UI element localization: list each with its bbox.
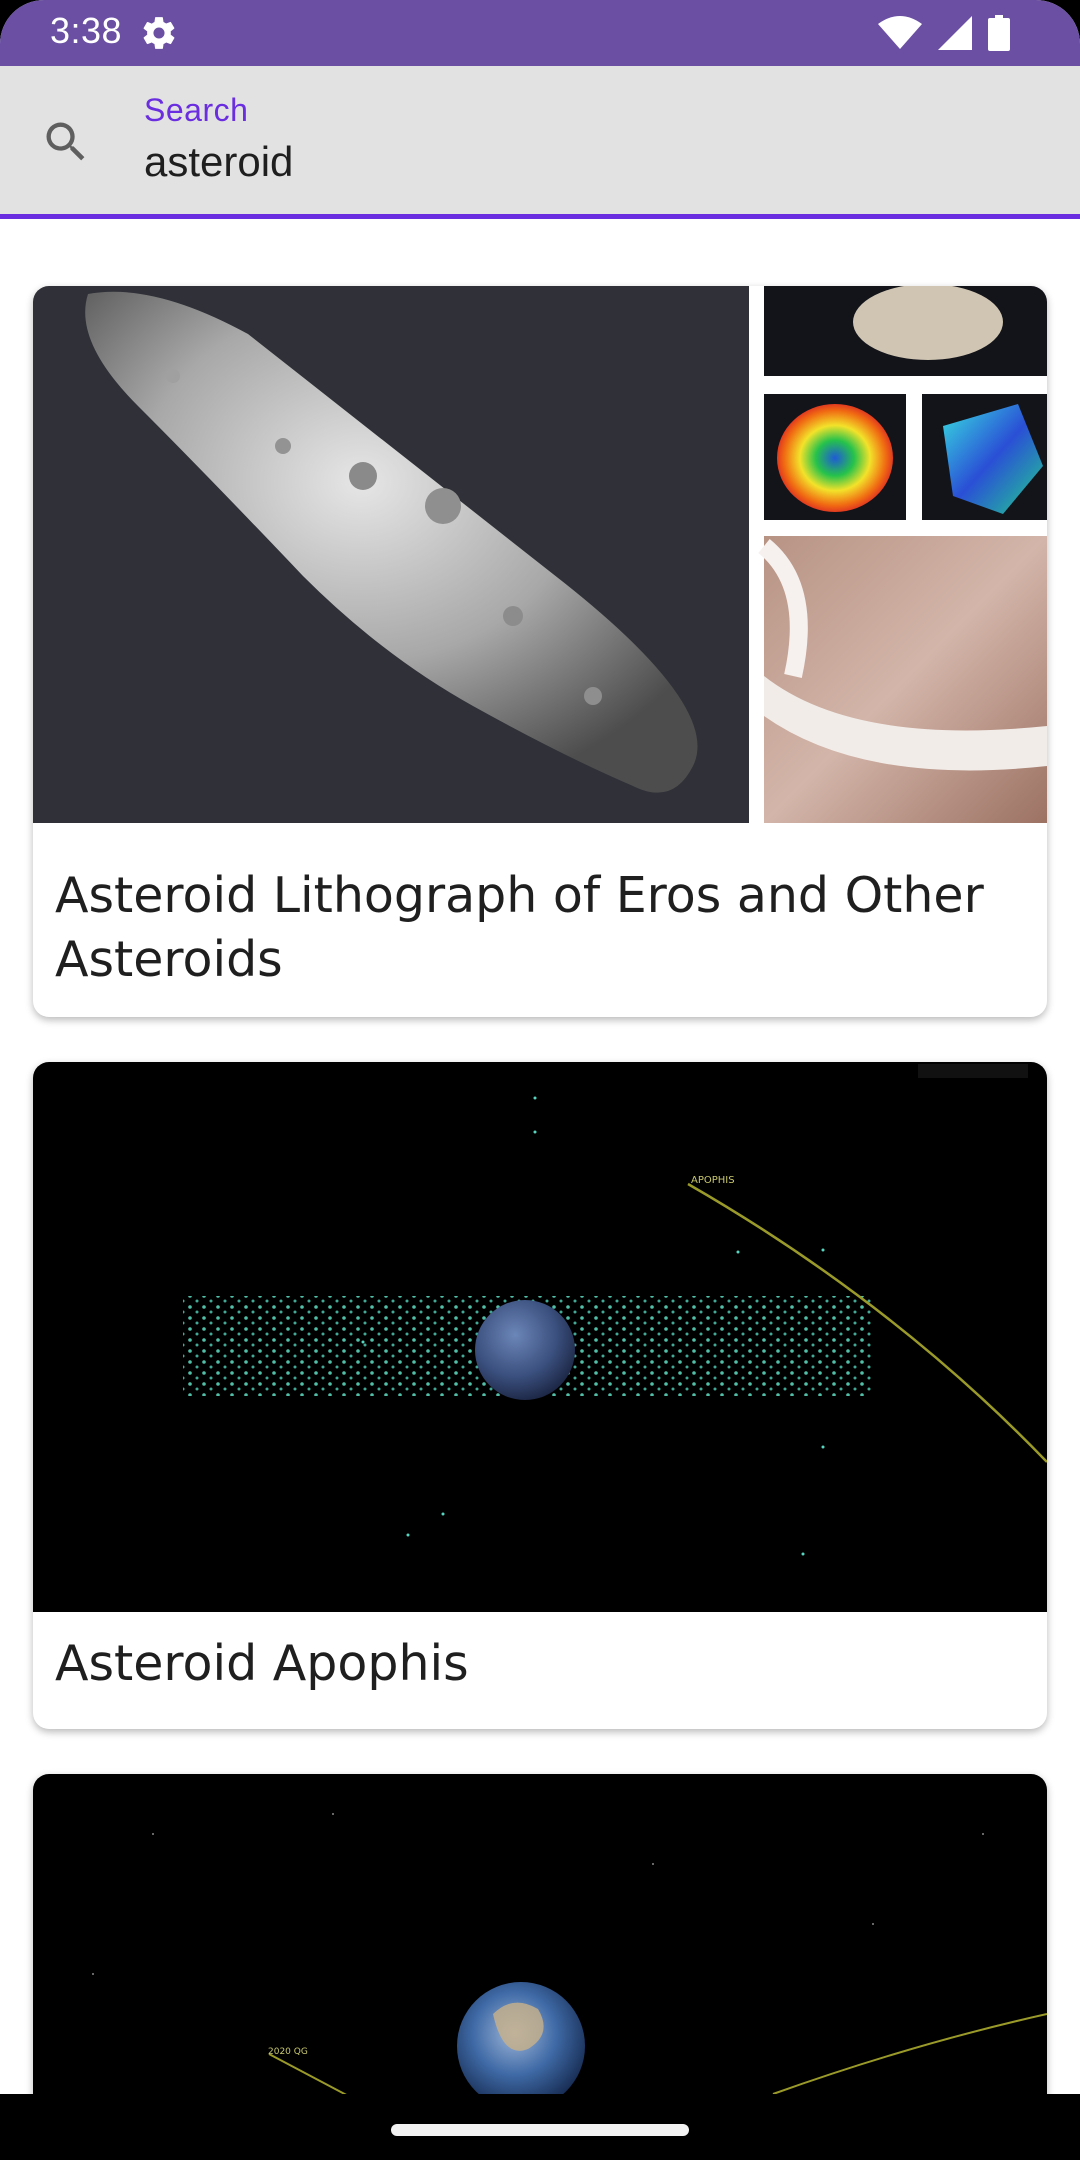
search-input[interactable] xyxy=(144,138,1024,186)
search-label: Search xyxy=(144,92,249,128)
home-gesture-handle[interactable] xyxy=(391,2124,689,2136)
result-image[interactable] xyxy=(33,286,1047,823)
status-icons xyxy=(878,15,1010,51)
result-title: Asteroid Apophis xyxy=(55,1635,469,1692)
result-title: Asteroid Lithograph of Eros and Other As… xyxy=(55,867,984,988)
navigation-bar xyxy=(0,2094,1080,2160)
signal-icon xyxy=(938,16,972,50)
search-icon[interactable] xyxy=(40,116,92,168)
result-image[interactable]: APOPHIS xyxy=(33,1062,1047,1612)
result-card[interactable]: APOPHIS Asteroid Apophis xyxy=(33,1062,1047,1729)
search-underline xyxy=(0,214,1080,219)
status-time: 3:38 xyxy=(50,10,123,51)
svg-text:2020 QG: 2020 QG xyxy=(268,2047,308,2057)
status-bar: 3:38 xyxy=(0,0,1080,66)
gear-icon xyxy=(143,17,175,49)
search-bar[interactable]: Search xyxy=(0,66,1080,214)
battery-icon xyxy=(988,15,1010,51)
screen: 3:38 Search asteroid Asteroid Lithograph… xyxy=(0,0,1080,2160)
wifi-icon xyxy=(878,16,922,49)
svg-text:APOPHIS: APOPHIS xyxy=(691,1175,735,1186)
result-card[interactable]: Asteroid Lithograph of Eros and Other As… xyxy=(33,286,1047,1017)
